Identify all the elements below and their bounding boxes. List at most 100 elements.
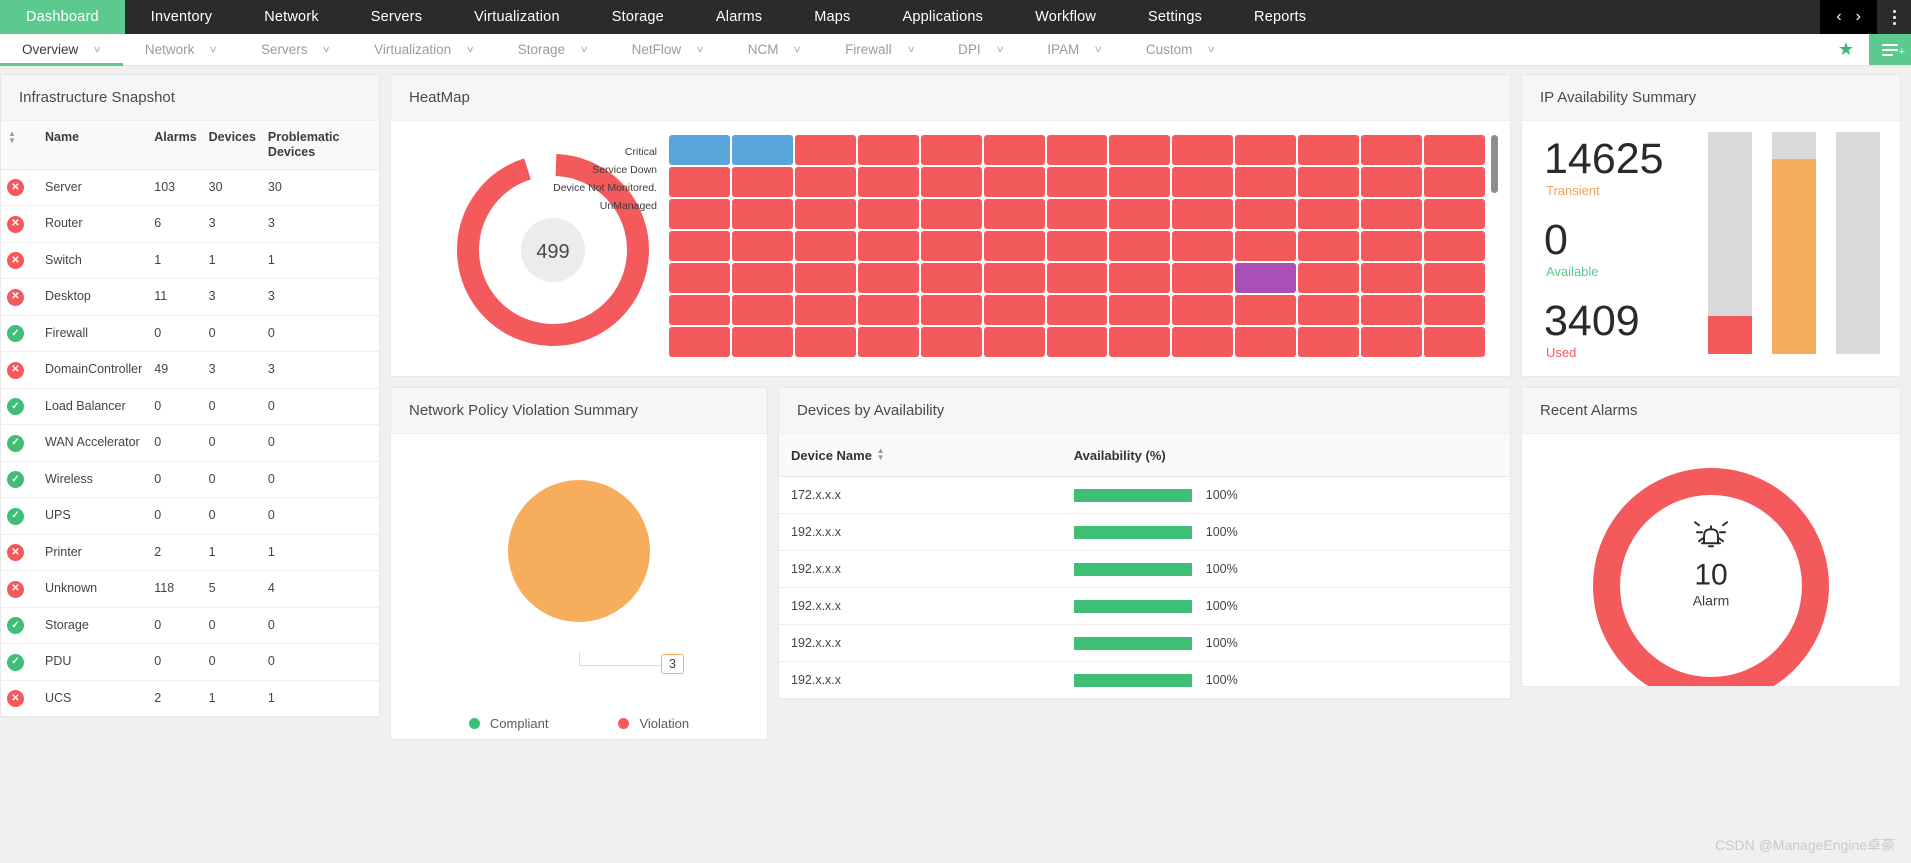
heatmap-cell[interactable] xyxy=(731,199,793,229)
table-row[interactable]: 192.x.x.x 100% xyxy=(779,587,1510,626)
subnav-item-netflow[interactable]: NetFlow ∨ xyxy=(610,34,726,65)
table-row[interactable]: 192.x.x.x 100% xyxy=(779,624,1510,663)
heatmap-cell[interactable] xyxy=(1109,327,1171,357)
heatmap-cell[interactable] xyxy=(1298,135,1360,165)
topnav-item-settings[interactable]: Settings xyxy=(1122,0,1228,34)
table-row[interactable]: 172.x.x.x 100% xyxy=(779,476,1510,515)
heatmap-cell[interactable] xyxy=(1424,135,1485,165)
infrastructure-table-scroll[interactable]: ▲ ▼ Name Alarms Devices Problematic Devic… xyxy=(1,121,379,717)
subnav-item-overview[interactable]: Overview ∨ xyxy=(0,34,123,66)
ip-bar-used[interactable] xyxy=(1836,132,1880,354)
topnav-item-workflow[interactable]: Workflow xyxy=(1009,0,1122,34)
heatmap-cell[interactable] xyxy=(1361,327,1423,357)
heatmap-cell[interactable] xyxy=(983,167,1045,197)
heatmap-cell[interactable] xyxy=(1172,199,1234,229)
subnav-item-network[interactable]: Network ∨ xyxy=(123,34,239,65)
column-header-availability[interactable]: Availability (%) xyxy=(1061,434,1510,478)
heatmap-cell[interactable] xyxy=(794,135,856,165)
table-row[interactable]: ✕ DomainController 49 3 3 xyxy=(1,351,379,389)
add-widget-menu-button[interactable]: + xyxy=(1869,34,1911,65)
heatmap-cell[interactable] xyxy=(731,295,793,325)
heatmap-cell[interactable] xyxy=(1424,167,1485,197)
heatmap-cell[interactable] xyxy=(731,327,793,357)
heatmap-cell[interactable] xyxy=(983,135,1045,165)
table-row[interactable]: ✕ Printer 2 1 1 xyxy=(1,534,379,571)
heatmap-cell[interactable] xyxy=(1109,263,1171,293)
topnav-item-network[interactable]: Network xyxy=(238,0,345,34)
heatmap-cell[interactable] xyxy=(669,167,730,197)
heatmap-cell[interactable] xyxy=(794,327,856,357)
table-row[interactable]: ✓ Load Balancer 0 0 0 xyxy=(1,388,379,425)
policy-pie-chart[interactable] xyxy=(508,480,650,622)
heatmap-cell[interactable] xyxy=(1172,231,1234,261)
heatmap-cell[interactable] xyxy=(669,295,730,325)
subnav-item-virtualization[interactable]: Virtualization ∨ xyxy=(352,34,496,65)
heatmap-cell[interactable] xyxy=(1046,327,1108,357)
heatmap-cell[interactable] xyxy=(857,295,919,325)
table-row[interactable]: ✓ Firewall 0 0 0 xyxy=(1,315,379,352)
more-options-kebab-icon[interactable] xyxy=(1877,0,1911,34)
heatmap-cell[interactable] xyxy=(1361,135,1423,165)
heatmap-cell[interactable] xyxy=(1046,263,1108,293)
heatmap-cell[interactable] xyxy=(731,167,793,197)
heatmap-cell[interactable] xyxy=(920,135,982,165)
heatmap-cell[interactable] xyxy=(983,327,1045,357)
topnav-item-virtualization[interactable]: Virtualization xyxy=(448,0,586,34)
heatmap-cell[interactable] xyxy=(794,167,856,197)
chevron-down-icon[interactable]: ∨ xyxy=(1207,45,1216,54)
heatmap-cell[interactable] xyxy=(794,231,856,261)
heatmap-cell[interactable] xyxy=(1424,295,1485,325)
column-header-device-name[interactable]: Device Name ▲ ▼ xyxy=(779,434,1062,478)
chevron-down-icon[interactable]: ∨ xyxy=(580,45,589,54)
heatmap-cell[interactable] xyxy=(983,231,1045,261)
subnav-item-ncm[interactable]: NCM ∨ xyxy=(726,34,823,65)
heatmap-cell[interactable] xyxy=(669,199,730,229)
heatmap-cell[interactable] xyxy=(983,263,1045,293)
topnav-item-applications[interactable]: Applications xyxy=(877,0,1010,34)
favorite-star-icon[interactable]: ★ xyxy=(1823,34,1869,65)
heatmap-cell[interactable] xyxy=(1235,231,1297,261)
heatmap-cell[interactable] xyxy=(1298,327,1360,357)
heatmap-cell[interactable] xyxy=(983,199,1045,229)
heatmap-cell[interactable] xyxy=(669,135,730,165)
next-arrow-icon[interactable]: › xyxy=(1856,8,1861,26)
subnav-item-ipam[interactable]: IPAM ∨ xyxy=(1025,34,1124,65)
heatmap-cell[interactable] xyxy=(1424,327,1485,357)
topnav-item-inventory[interactable]: Inventory xyxy=(125,0,238,34)
chevron-down-icon[interactable]: ∨ xyxy=(466,45,475,54)
heatmap-cell[interactable] xyxy=(1235,327,1297,357)
table-row[interactable]: ✕ Desktop 11 3 3 xyxy=(1,278,379,316)
column-header-devices[interactable]: Devices xyxy=(202,121,262,170)
heatmap-cell[interactable] xyxy=(1172,135,1234,165)
subnav-item-dpi[interactable]: DPI ∨ xyxy=(936,34,1025,65)
column-sort-toggle[interactable]: ▲ ▼ xyxy=(1,121,39,170)
chevron-down-icon[interactable]: ∨ xyxy=(793,45,802,54)
heatmap-cell[interactable] xyxy=(1298,231,1360,261)
heatmap-cell[interactable] xyxy=(920,295,982,325)
table-row[interactable]: 192.x.x.x 100% xyxy=(779,513,1510,552)
topnav-item-dashboard[interactable]: Dashboard xyxy=(0,0,125,34)
policy-legend-item-0[interactable]: Compliant xyxy=(468,716,548,731)
chevron-down-icon[interactable]: ∨ xyxy=(1094,45,1103,54)
column-header-alarms[interactable]: Alarms xyxy=(148,121,203,170)
table-row[interactable]: ✕ Switch 1 1 1 xyxy=(1,242,379,279)
heatmap-cell[interactable] xyxy=(1046,199,1108,229)
heatmap-cell[interactable] xyxy=(731,263,793,293)
heatmap-cell[interactable] xyxy=(794,199,856,229)
heatmap-cell[interactable] xyxy=(983,295,1045,325)
heatmap-cell[interactable] xyxy=(731,135,793,165)
heatmap-cell[interactable] xyxy=(857,231,919,261)
topnav-item-storage[interactable]: Storage xyxy=(586,0,690,34)
heatmap-cell[interactable] xyxy=(1046,231,1108,261)
policy-legend-item-1[interactable]: Violation xyxy=(618,716,689,731)
table-row[interactable]: ✓ UPS 0 0 0 xyxy=(1,497,379,535)
heatmap-cell[interactable] xyxy=(1109,135,1171,165)
heatmap-cell[interactable] xyxy=(1109,231,1171,261)
table-row[interactable]: ✕ Router 6 3 3 xyxy=(1,205,379,243)
heatmap-cell[interactable] xyxy=(1361,231,1423,261)
heatmap-cell[interactable] xyxy=(920,327,982,357)
column-header-name[interactable]: Name xyxy=(39,121,149,170)
heatmap-cell[interactable] xyxy=(794,295,856,325)
heatmap-cell[interactable] xyxy=(731,231,793,261)
prev-arrow-icon[interactable]: ‹ xyxy=(1836,8,1841,26)
